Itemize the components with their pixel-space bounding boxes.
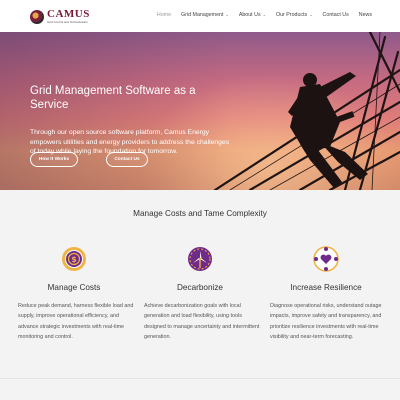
wind-turbine-icon bbox=[188, 247, 212, 271]
nav-label: News bbox=[358, 12, 372, 18]
logo-icon bbox=[30, 9, 44, 24]
section-heading: Manage Costs and Tame Complexity bbox=[133, 209, 267, 218]
feature-title: Manage Costs bbox=[47, 283, 101, 292]
nav-label: Contact Us bbox=[322, 12, 349, 18]
nav-item-home[interactable]: Home bbox=[157, 12, 171, 18]
feature-description: Diagnose operational risks, understand o… bbox=[270, 303, 382, 341]
nav-item-our-products[interactable]: Our Products ⌄ bbox=[276, 12, 313, 18]
feature-description: Achieve decarbonization goals with local… bbox=[144, 303, 260, 341]
section-divider bbox=[0, 378, 400, 379]
nav-label: Home bbox=[156, 12, 172, 18]
main-nav: Home Grid Management ⌄ About Us ⌄ Our Prod… bbox=[157, 12, 372, 18]
brand-tagline: Grid Control and Orchestration bbox=[47, 20, 88, 24]
brand-name: CAMUS bbox=[47, 8, 90, 20]
nav-label: Our Products bbox=[275, 12, 308, 18]
contact-us-button[interactable]: Contact Us bbox=[106, 152, 148, 167]
chevron-down-icon: ⌄ bbox=[225, 12, 229, 17]
nav-item-grid-management[interactable]: Grid Management ⌄ bbox=[181, 12, 229, 18]
feature-title: Decarbonize bbox=[177, 283, 223, 292]
nav-item-contact-us[interactable]: Contact Us bbox=[323, 12, 349, 18]
dollar-coin-icon: $ bbox=[62, 247, 86, 271]
hero-title: Grid Management Software as a Service bbox=[30, 85, 196, 111]
brand-logo[interactable]: CAMUS Grid Control and Orchestration bbox=[30, 9, 90, 24]
svg-text:$: $ bbox=[71, 255, 77, 264]
nav-label: About Us bbox=[238, 12, 261, 18]
network-heart-icon bbox=[313, 246, 339, 272]
site-header: CAMUS Grid Control and Orchestration Hom… bbox=[0, 0, 400, 32]
chevron-down-icon: ⌄ bbox=[262, 12, 266, 17]
nav-item-news[interactable]: News bbox=[359, 12, 372, 18]
logo-text: CAMUS Grid Control and Orchestration bbox=[47, 9, 90, 24]
feature-title: Increase Resilience bbox=[290, 283, 362, 292]
how-it-works-button[interactable]: How It Works bbox=[30, 152, 78, 167]
nav-label: Grid Management bbox=[181, 12, 224, 18]
nav-item-about-us[interactable]: About Us ⌄ bbox=[239, 12, 266, 18]
chevron-down-icon: ⌄ bbox=[309, 12, 313, 17]
feature-description: Reduce peak demand, harness flexible loa… bbox=[18, 303, 134, 341]
